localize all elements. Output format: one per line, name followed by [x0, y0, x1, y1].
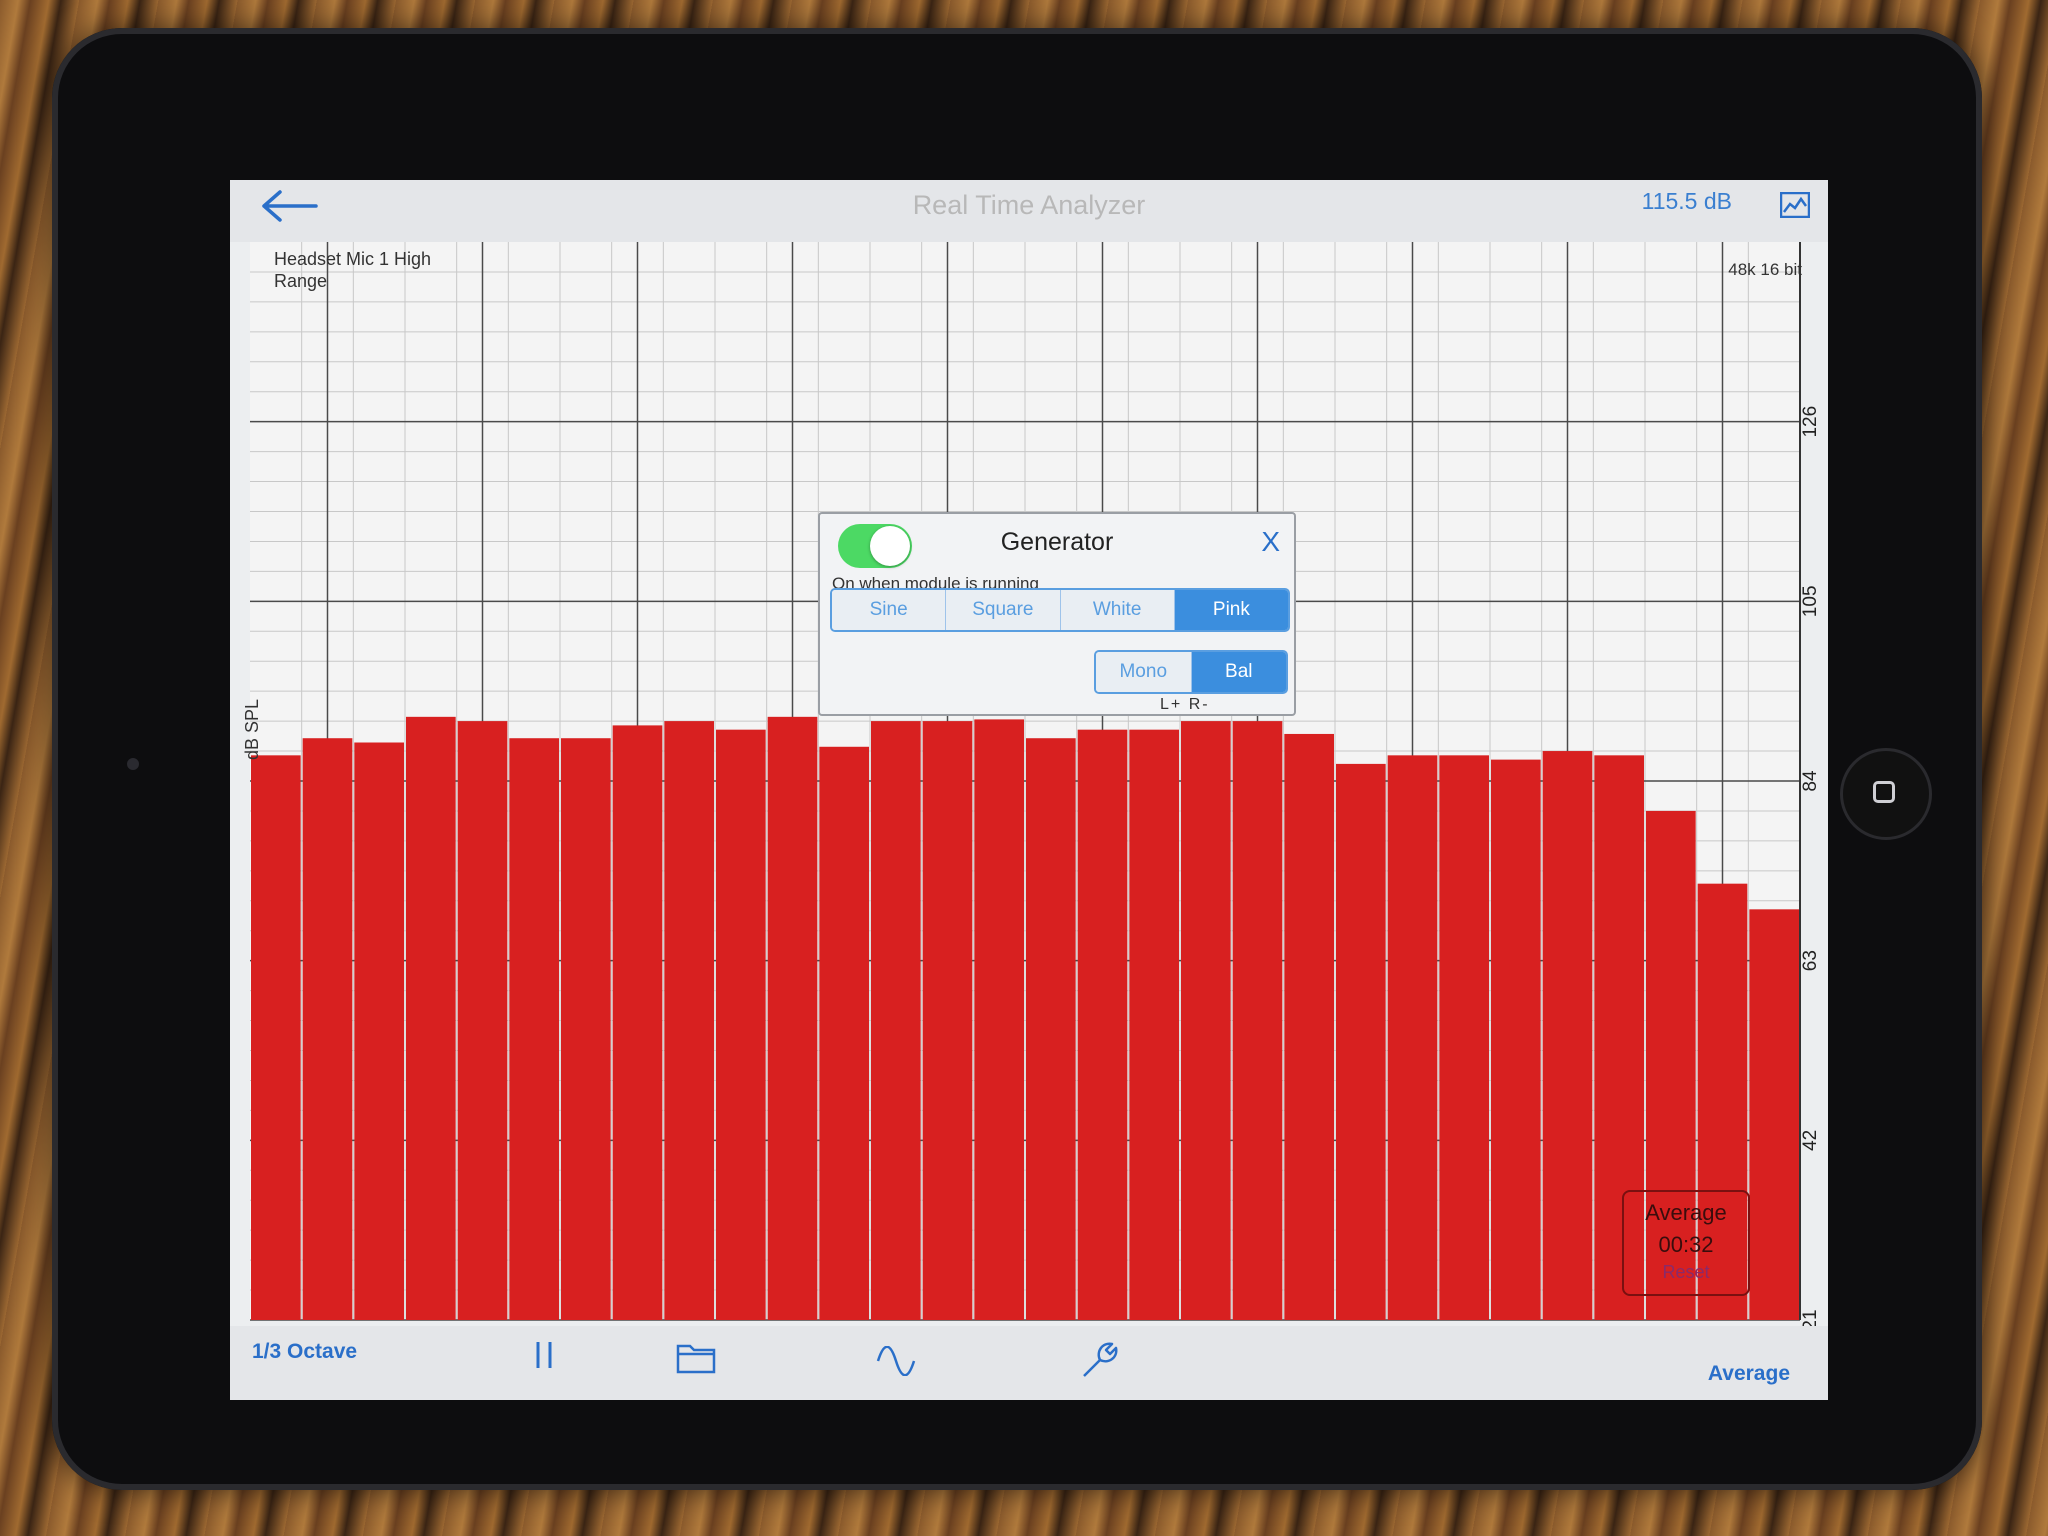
bar-125 — [612, 725, 663, 1320]
input-source-label: Headset Mic 1 High Range — [274, 249, 432, 291]
bar-200 — [716, 729, 766, 1320]
channel-mono[interactable]: Mono — [1096, 652, 1192, 692]
bar-50 — [406, 716, 456, 1320]
bar-3.15k — [1336, 763, 1386, 1320]
waveform-pink[interactable]: Pink — [1174, 590, 1288, 630]
channel-bal[interactable]: Bal — [1191, 652, 1286, 692]
bar-4k — [1387, 755, 1438, 1320]
app-screen: 32631252505001k2k4k8k16k21426384105126 R… — [230, 180, 1828, 1400]
octave-mode-button[interactable]: 1/3 Octave — [252, 1340, 357, 1364]
y-tick-label: 42 — [1800, 1130, 1821, 1151]
graph-image-icon[interactable] — [1780, 192, 1810, 218]
bottom-toolbar: 1/3 Octave Average — [230, 1326, 1828, 1400]
y-tick-label: 84 — [1800, 770, 1821, 792]
top-bar: Real Time Analyzer 115.5 dB — [230, 180, 1828, 242]
y-tick-label: 126 — [1800, 406, 1821, 438]
average-overlay-label: Average — [1645, 1200, 1727, 1225]
average-button[interactable]: Average — [1708, 1362, 1790, 1386]
bar-800 — [1026, 738, 1076, 1320]
bar-160 — [664, 721, 714, 1320]
level-readout: 115.5 dB — [1641, 188, 1732, 214]
tablet-frame: 32631252505001k2k4k8k16k21426384105126 R… — [52, 28, 1982, 1490]
format-label: 48k 16 bit — [1728, 260, 1802, 279]
average-time: 00:32 — [1658, 1232, 1714, 1257]
home-button[interactable] — [1840, 748, 1932, 840]
reset-button[interactable]: Reset — [1624, 1262, 1748, 1283]
page-title: Real Time Analyzer — [912, 190, 1146, 220]
bar-2.5k — [1284, 733, 1334, 1320]
bar-250 — [767, 716, 818, 1320]
bar-1k — [1077, 729, 1128, 1320]
home-square-icon — [1873, 781, 1895, 803]
bar-25 — [251, 755, 301, 1320]
bar-6.3k — [1491, 759, 1541, 1320]
average-overlay[interactable]: Average 00:32 Reset — [1622, 1190, 1750, 1296]
waveform-square[interactable]: Square — [946, 590, 1061, 630]
generator-title: Generator — [1000, 528, 1114, 556]
bar-100 — [561, 738, 611, 1320]
y-axis-label: dB SPL — [242, 698, 262, 760]
sine-wave-icon[interactable] — [876, 1346, 916, 1376]
folder-icon[interactable] — [676, 1340, 716, 1374]
channel-note: L+ R- — [1160, 696, 1210, 713]
bar-630 — [974, 719, 1024, 1320]
bar-80 — [509, 738, 559, 1320]
channel-mode-selector: Mono Bal — [1094, 650, 1288, 694]
bar-5k — [1439, 755, 1489, 1320]
waveform-selector: Sine Square White Pink — [830, 588, 1290, 632]
bar-8k — [1542, 751, 1593, 1320]
bar-500 — [922, 721, 973, 1320]
bar-31.5 — [302, 738, 353, 1320]
bar-20k — [1749, 909, 1799, 1320]
y-tick-label: 105 — [1800, 585, 1821, 617]
waveform-white[interactable]: White — [1060, 590, 1175, 630]
bar-400 — [871, 721, 921, 1320]
wrench-icon[interactable] — [1080, 1340, 1120, 1380]
bar-40 — [354, 742, 404, 1320]
bar-2k — [1232, 721, 1283, 1320]
generator-panel: Generator X On when module is running Si… — [818, 512, 1296, 716]
pause-icon[interactable] — [532, 1340, 556, 1370]
bar-1.25k — [1129, 729, 1179, 1320]
y-tick-label: 63 — [1800, 950, 1821, 971]
bar-315 — [819, 746, 869, 1320]
bar-63 — [457, 721, 508, 1320]
rta-chart: 32631252505001k2k4k8k16k21426384105126 — [250, 242, 1821, 1351]
camera-dot — [127, 758, 139, 770]
bar-1.6k — [1181, 721, 1231, 1320]
waveform-sine[interactable]: Sine — [832, 590, 947, 630]
close-button[interactable]: X — [1261, 526, 1280, 558]
